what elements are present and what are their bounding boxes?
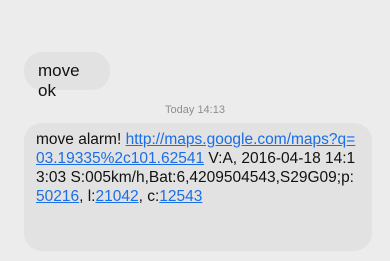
link-p-value[interactable]: 50216 <box>36 188 79 205</box>
link-c-value[interactable]: 12543 <box>159 188 202 205</box>
message-text: move ok <box>38 61 80 100</box>
message-body-c: , c: <box>138 188 160 205</box>
received-message-bubble[interactable]: move ok <box>14 52 110 100</box>
timestamp-day: Today <box>165 104 195 116</box>
message-prefix: move alarm! <box>36 131 126 148</box>
message-text: move alarm! http://maps.google.com/maps?… <box>36 130 360 206</box>
link-l-value[interactable]: 21042 <box>95 188 138 205</box>
message-body-l: , l: <box>79 188 96 205</box>
timestamp-time: 14:13 <box>197 104 225 116</box>
message-thread: move ok Today 14:13 move alarm! http://m… <box>0 0 390 261</box>
received-message-bubble[interactable]: move alarm! http://maps.google.com/maps?… <box>24 123 372 251</box>
message-timestamp: Today 14:13 <box>0 104 390 116</box>
bubble-tail-mask <box>14 75 24 91</box>
